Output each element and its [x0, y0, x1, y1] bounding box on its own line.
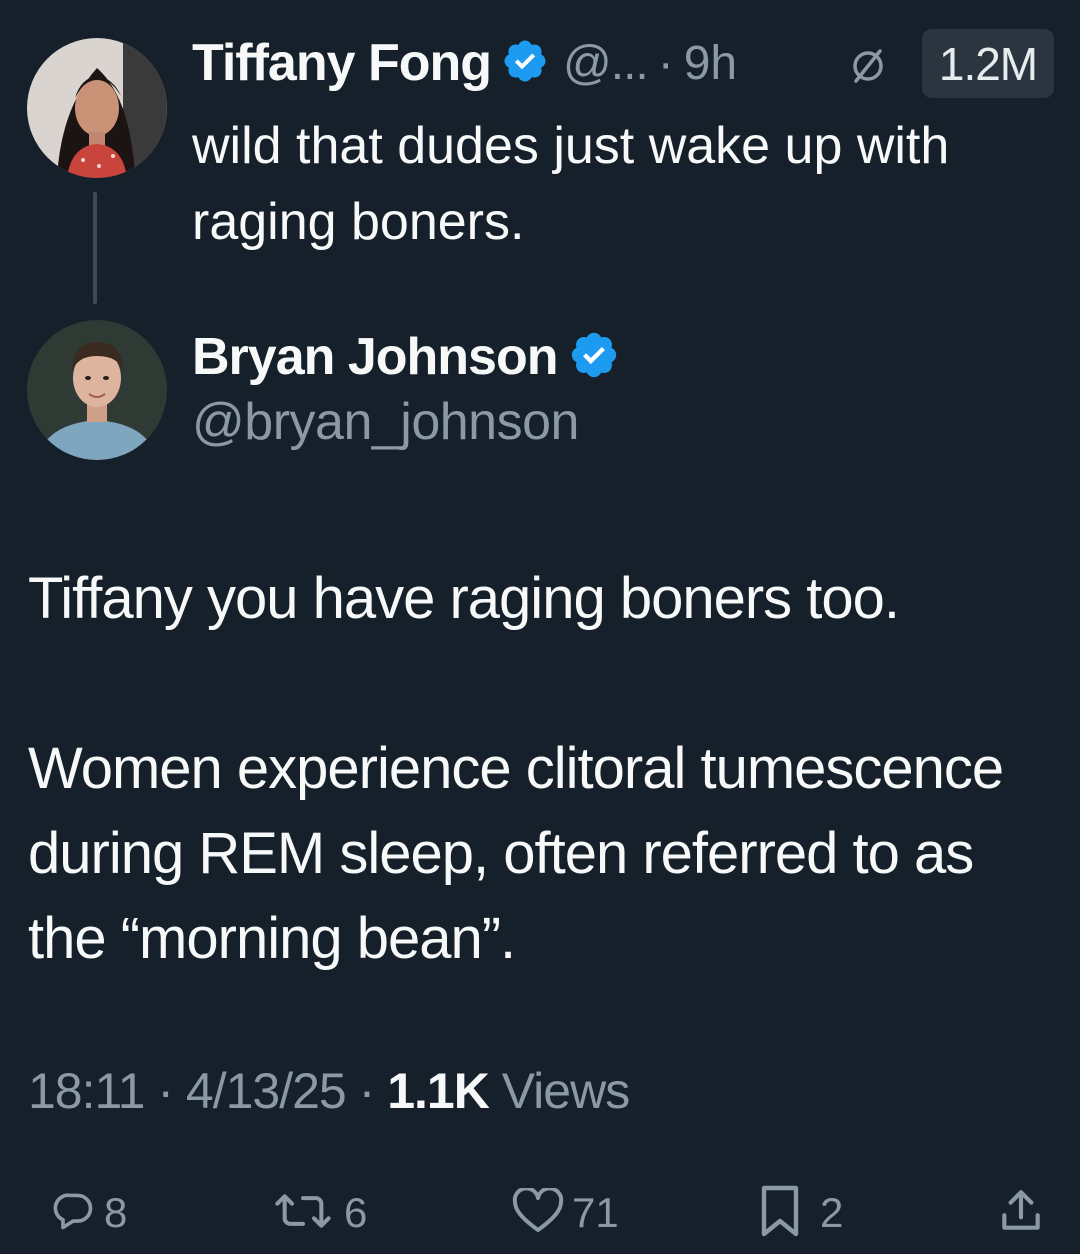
parent-tweet-time[interactable]: 9h	[684, 36, 737, 91]
heart-icon	[512, 1185, 564, 1239]
reply-author-handle[interactable]: @bryan_johnson	[192, 392, 579, 452]
man-portrait-avatar-icon	[27, 320, 167, 460]
like-button[interactable]: 71	[512, 1178, 619, 1248]
reply-author-name[interactable]: Bryan Johnson	[192, 327, 558, 387]
views-count-badge: 1.2M	[922, 29, 1054, 98]
bookmark-button[interactable]: 2	[758, 1178, 843, 1248]
parent-tweet-header: Tiffany Fong @... · 9h	[192, 28, 737, 98]
reply-button[interactable]: 8	[52, 1178, 127, 1248]
reply-tweet-paragraph-2: Women experience clitoral tumescence dur…	[28, 736, 1004, 971]
views-number: 1.1K	[387, 1063, 490, 1119]
thread-connector-line	[93, 192, 97, 304]
verified-badge-icon	[568, 329, 620, 386]
share-icon	[996, 1186, 1046, 1241]
reply-count: 8	[104, 1189, 128, 1236]
reply-author-row: Bryan Johnson	[192, 322, 620, 392]
repost-button[interactable]: 6	[270, 1178, 367, 1248]
woman-portrait-avatar-icon	[27, 38, 167, 178]
share-button[interactable]	[996, 1178, 1046, 1248]
tweet-action-bar: 8 6 71 2	[0, 1178, 1080, 1248]
tweet-date[interactable]: 4/13/25	[186, 1063, 347, 1119]
reply-icon	[52, 1189, 96, 1238]
parent-tweet-text: wild that dudes just wake up with raging…	[192, 117, 950, 251]
meta-separator: ·	[157, 1063, 174, 1119]
tweet-meta-row: 18:11 · 4/13/25 · 1.1K Views	[28, 1062, 630, 1120]
like-count: 71	[572, 1189, 619, 1236]
reply-avatar[interactable]	[27, 320, 167, 460]
reply-tweet-paragraph-1: Tiffany you have raging boners too.	[28, 566, 900, 631]
parent-author-name[interactable]: Tiffany Fong	[192, 33, 492, 93]
parent-avatar[interactable]	[27, 38, 167, 178]
parent-author-handle[interactable]: @...	[563, 36, 649, 91]
bookmark-icon	[758, 1184, 802, 1243]
bookmark-count: 2	[820, 1189, 844, 1236]
tweet-time[interactable]: 18:11	[28, 1063, 145, 1119]
repost-icon	[270, 1189, 336, 1238]
repost-count: 6	[344, 1189, 368, 1236]
header-separator: ·	[657, 36, 674, 90]
meta-separator: ·	[358, 1063, 376, 1119]
views-label: Views	[501, 1063, 630, 1119]
no-view-icon	[848, 46, 888, 91]
verified-badge-icon	[501, 37, 549, 90]
